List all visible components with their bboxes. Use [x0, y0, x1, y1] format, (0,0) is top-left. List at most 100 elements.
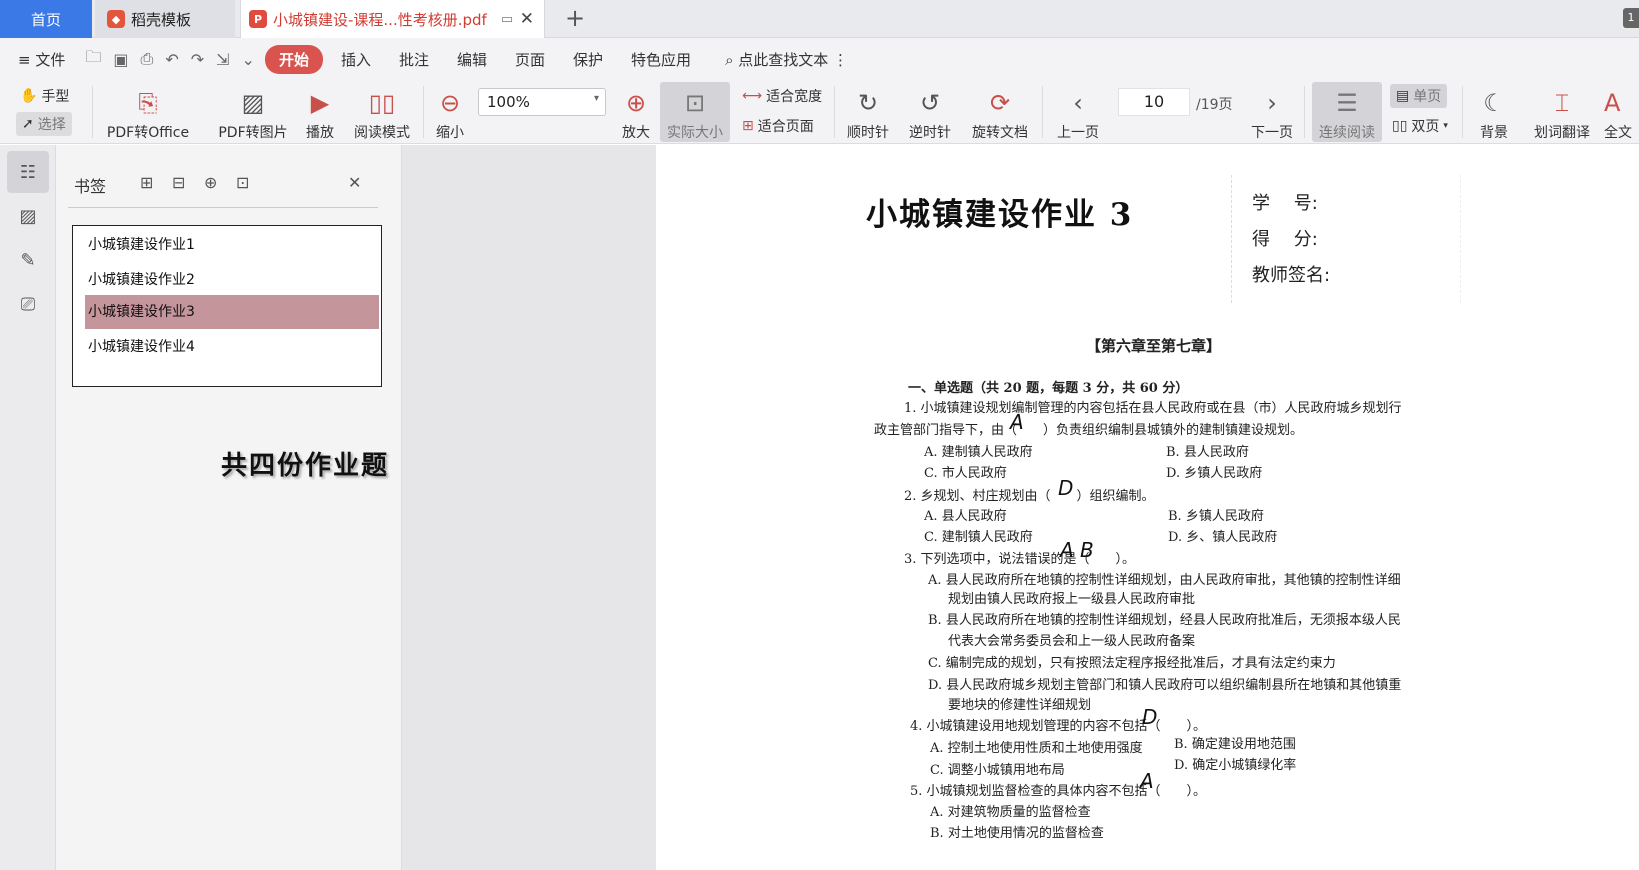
tab-home-label: 首页 [30, 10, 61, 29]
new-tab-button[interactable]: + [565, 6, 585, 30]
double-page-label: 双页 [1411, 119, 1440, 135]
close-icon[interactable]: ✕ [348, 173, 361, 192]
zoom-in-button[interactable]: ⊕ 放大 [618, 82, 654, 142]
thumbnail-icon[interactable]: ▨ [7, 195, 49, 237]
search-text[interactable]: ⌕ 点此查找文本 ⋮ [705, 49, 862, 70]
background-button[interactable]: ☾ 背景 [1470, 82, 1518, 142]
bookmark-settings-icon[interactable]: ⊡ [236, 173, 249, 192]
page-number-input[interactable]: 10 [1118, 88, 1190, 116]
bookmark-note: 共四份作业题 [221, 451, 390, 481]
actual-size-button[interactable]: ⊡ 实际大小 [660, 82, 730, 142]
option-text: D. 乡、镇人民政府 [1168, 530, 1278, 545]
bookmark-item[interactable]: 小城镇建设作业4 [85, 330, 379, 364]
pdf-to-image-button[interactable]: ▨ PDF转图片 [214, 82, 292, 142]
fulltext-button[interactable]: A 全文 [1604, 82, 1639, 142]
pdf-page[interactable]: 小城镇建设作业 3 学 号: 得 分: 教师签名: 【第六章至第七章】 一、单选… [656, 145, 1639, 870]
rotate-counterclockwise-icon: ↺ [919, 89, 941, 117]
continuous-label: 连续阅读 [1319, 125, 1375, 141]
new-bookmark-icon[interactable]: ⊕ [204, 173, 217, 192]
tab-home[interactable]: 首页 [0, 0, 92, 38]
play-icon: ▶ [310, 89, 330, 117]
menu-edit[interactable]: 编辑 [443, 49, 501, 70]
tab-templates[interactable]: ◆ 稻壳模板 [95, 0, 235, 38]
option-text: 代表大会常务委员会和上一级人民政府备案 [948, 634, 1196, 649]
docer-logo-icon: ◆ [107, 10, 125, 28]
menu-page[interactable]: 页面 [501, 49, 559, 70]
handwritten-answer: D [1058, 476, 1074, 500]
chevron-down-icon[interactable]: ⌄ [236, 50, 261, 69]
pdf-to-office-button[interactable]: ⎘ PDF转Office [102, 82, 194, 142]
read-mode-button[interactable]: ▯▯ 阅读模式 [350, 82, 414, 142]
bookmark-item-selected[interactable]: 小城镇建设作业3 [85, 295, 379, 329]
image-icon: ▨ [241, 89, 265, 117]
fit-page-button[interactable]: ⊞ 适合页面 [742, 116, 814, 136]
single-page-button[interactable]: ▤ 单页 [1390, 84, 1448, 108]
monitor-icon[interactable]: ▭ [501, 12, 513, 27]
hand-tool[interactable]: ✋ 手型 [20, 86, 69, 106]
translate-button[interactable]: ⌶ 划词翻译 [1530, 82, 1594, 142]
remove-bookmark-icon[interactable]: ⊟ [172, 173, 185, 192]
option-text: B. 乡镇人民政府 [1168, 509, 1264, 524]
bookmark-item[interactable]: 小城镇建设作业2 [85, 263, 379, 297]
fit-width-button[interactable]: ⟷ 适合宽度 [742, 86, 822, 106]
open-folder-icon[interactable]: 🗀 [79, 46, 107, 73]
double-page-button[interactable]: ▯▯ 双页 ▾ [1392, 116, 1448, 136]
tab-bar: 首页 ◆ 稻壳模板 P 小城镇建设-课程...性考核册.pdf ▭ ✕ + 1 [0, 0, 1639, 38]
file-menu[interactable]: ≡ 文件 [0, 49, 79, 70]
zoom-out-button[interactable]: ⊖ 缩小 [432, 82, 468, 142]
option-text: D. 乡镇人民政府 [1166, 466, 1263, 481]
annotation-icon[interactable]: ✎ [7, 239, 49, 281]
bookmark-panel-icon[interactable]: ☷ [7, 151, 49, 193]
zoom-out-label: 缩小 [436, 125, 464, 141]
question-text: 1. 小城镇建设规划编制管理的内容包括在县人民政府或在县（市）人民政府城乡规划行 [904, 401, 1402, 416]
tab-document[interactable]: P 小城镇建设-课程...性考核册.pdf ▭ ✕ [240, 0, 545, 38]
rotate-document-button[interactable]: ⟳ 旋转文档 [968, 82, 1032, 142]
question-text: 2. 乡规划、村庄规划由（ ）组织编制。 [904, 489, 1155, 504]
divider [834, 86, 835, 138]
option-text: C. 编制完成的规划，只有按照法定程序报经批准后，才具有法定约束力 [928, 656, 1336, 671]
play-button[interactable]: ▶ 播放 [300, 82, 340, 142]
bookmark-list: 小城镇建设作业1 小城镇建设作业2 小城镇建设作业3 小城镇建设作业4 [72, 225, 382, 387]
save-icon[interactable]: ▣ [107, 50, 134, 69]
print-icon[interactable]: ⎙ [135, 49, 160, 69]
divider [1042, 86, 1043, 138]
question-text: 5. 小城镇规划监督检查的具体内容不包括（ ）。 [910, 784, 1207, 799]
bookmark-item[interactable]: 小城镇建设作业1 [85, 228, 379, 262]
menu-start[interactable]: 开始 [264, 44, 323, 74]
close-icon[interactable]: ✕ [520, 9, 534, 29]
zoom-select[interactable]: 100% ▾ [478, 88, 606, 116]
counterclockwise-button[interactable]: ↺ 逆时针 [906, 82, 954, 142]
divider [1462, 86, 1463, 138]
clockwise-button[interactable]: ↻ 顺时针 [844, 82, 892, 142]
handwritten-answer: A B [1060, 538, 1094, 562]
cursor-icon: ➚ [22, 116, 34, 132]
select-tool[interactable]: ➚ 选择 [16, 112, 72, 136]
option-text: C. 调整小城镇用地布局 [930, 763, 1065, 778]
translate-icon: ⌶ [1554, 89, 1570, 117]
menu-protect[interactable]: 保护 [559, 49, 617, 70]
fit-page-label: 适合页面 [757, 119, 814, 135]
account-icon[interactable]: 1 [1623, 8, 1639, 28]
single-page-icon: ▤ [1396, 88, 1410, 104]
redo-icon[interactable]: ↷ [185, 50, 210, 69]
option-text: B. 确定建设用地范围 [1174, 737, 1296, 752]
undo-icon[interactable]: ↶ [159, 50, 184, 69]
add-bookmark-icon[interactable]: ⊞ [140, 173, 153, 192]
next-page-label: 下一页 [1251, 125, 1293, 141]
export-icon[interactable]: ⇲ [210, 50, 235, 69]
actual-size-label: 实际大小 [667, 125, 723, 141]
continuous-read-button[interactable]: ☰ 连续阅读 [1312, 82, 1382, 142]
book-icon: ▯▯ [368, 89, 396, 117]
prev-page-button[interactable]: ‹ 上一页 [1054, 82, 1102, 142]
menu-features[interactable]: 特色应用 [617, 49, 705, 70]
actual-size-icon: ⊡ [684, 89, 706, 117]
tab-templates-label: 稻壳模板 [131, 10, 192, 29]
page-total: /19页 [1196, 97, 1233, 113]
menu-annotate[interactable]: 批注 [385, 49, 443, 70]
next-page-button[interactable]: › 下一页 [1248, 82, 1296, 142]
signature-icon[interactable]: ⎚ [7, 283, 49, 325]
pdf-to-office-label: PDF转Office [106, 125, 190, 141]
menu-insert[interactable]: 插入 [327, 49, 385, 70]
option-text: A. 县人民政府所在地镇的控制性详细规划，由人民政府审批，其他镇的控制性详细 [928, 573, 1401, 588]
option-text: C. 市人民政府 [924, 466, 1007, 481]
